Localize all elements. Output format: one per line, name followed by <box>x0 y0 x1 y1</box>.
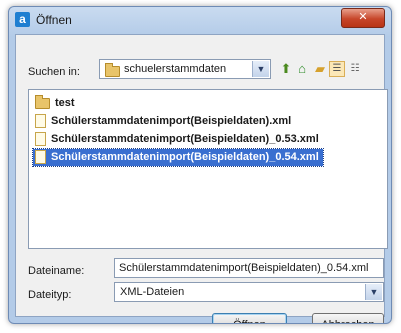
folder-icon <box>35 94 50 109</box>
new-folder-icon[interactable]: ▰ <box>312 61 328 77</box>
window-title: Öffnen <box>36 13 72 27</box>
filetype-value: XML-Dateien <box>120 286 185 298</box>
home-icon[interactable]: ⌂ <box>294 61 310 77</box>
filetype-select[interactable]: XML-Dateien ▼ <box>114 282 384 302</box>
look-in-label: Suchen in: <box>28 66 80 78</box>
cancel-button[interactable]: Abbrechen <box>312 313 384 323</box>
open-button[interactable]: Öffnen <box>212 313 287 323</box>
file-icon <box>35 132 46 147</box>
filename-label: Dateiname: <box>28 265 85 277</box>
list-item-selected[interactable]: Schülerstammdatenimport(Beispieldaten)_0… <box>32 148 324 167</box>
filename-input[interactable]: Schülerstammdatenimport(Beispieldaten)_0… <box>114 258 384 278</box>
chevron-down-icon[interactable]: ▼ <box>365 284 382 300</box>
app-logo-icon: a <box>15 12 30 27</box>
list-item[interactable]: test <box>33 94 79 112</box>
list-item[interactable]: Schülerstammdatenimport(Beispieldaten)_0… <box>33 131 323 148</box>
list-item[interactable]: Schülerstammdatenimport(Beispieldaten).x… <box>33 113 295 130</box>
details-view-icon[interactable]: ☷ <box>347 61 363 77</box>
folder-up-icon[interactable]: ⬆ <box>278 61 294 77</box>
file-icon <box>35 114 46 129</box>
open-dialog: a Öffnen ✕ Suchen in: schuelerstammdaten… <box>8 6 392 324</box>
look-in-select[interactable]: schuelerstammdaten ▼ <box>99 59 271 79</box>
folder-icon <box>105 63 120 77</box>
filetype-label: Dateityp: <box>28 289 72 301</box>
file-icon <box>35 150 46 165</box>
file-list[interactable]: test Schülerstammdatenimport(Beispieldat… <box>28 89 388 249</box>
list-view-icon[interactable]: ☰ <box>329 61 345 77</box>
chevron-down-icon[interactable]: ▼ <box>252 61 269 77</box>
dialog-body: Suchen in: schuelerstammdaten ▼ ⬆ ⌂ ▰ ☰ … <box>15 34 388 323</box>
look-in-value: schuelerstammdaten <box>124 63 227 75</box>
close-button[interactable]: ✕ <box>341 8 385 28</box>
title-bar[interactable]: a Öffnen ✕ <box>9 7 391 33</box>
